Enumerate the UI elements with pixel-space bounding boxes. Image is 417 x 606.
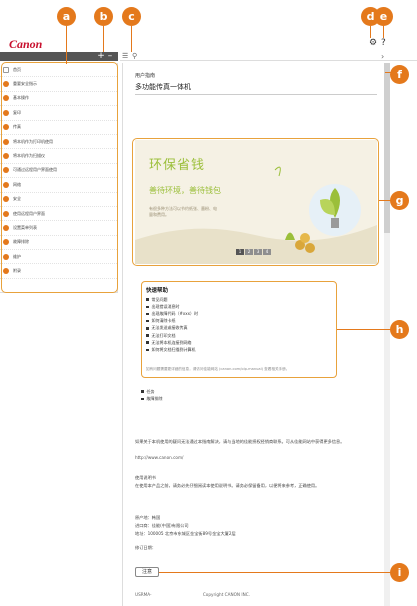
notice-button[interactable]: 注意: [135, 567, 159, 577]
callout-marker: i: [390, 563, 409, 582]
doc-title: 多功能传真一体机: [135, 83, 191, 91]
quick-links: 任务 故障排除: [141, 388, 163, 402]
canon-url-link[interactable]: http://www.canon.com/: [135, 454, 375, 461]
revision-text: 修订日期：: [135, 545, 156, 550]
callout-line: [159, 572, 392, 573]
nav-frame: [1, 62, 118, 293]
bullet-icon: [146, 305, 149, 309]
bullet-icon: [141, 390, 144, 393]
quick-help-link[interactable]: 出现错误消息时: [146, 303, 198, 310]
banner-frame: [132, 138, 379, 266]
task-link[interactable]: 任务: [141, 388, 163, 395]
bullet-icon: [146, 312, 149, 316]
list-icon[interactable]: ☰: [122, 52, 128, 61]
quick-help-link[interactable]: 如何清除卡纸: [146, 318, 198, 325]
callout-marker: c: [122, 7, 141, 26]
quick-help-link[interactable]: 无法将本机连接到网络: [146, 339, 198, 346]
callout-marker: h: [390, 320, 409, 339]
divider: [135, 94, 377, 95]
quick-help-link[interactable]: 出现故障代码（#xxx）时: [146, 310, 198, 317]
callout-line: [103, 26, 104, 52]
quick-help-link[interactable]: 无法发送或接收传真: [146, 325, 198, 332]
settings-icon[interactable]: ⚙: [369, 38, 377, 48]
callout-marker: b: [94, 7, 113, 26]
info-paragraph: 如果关于本机使用的疑问无法通过本指南解决，请与当地的佳能授权经销商联系。可从佳能…: [135, 439, 345, 444]
scrollbar[interactable]: [384, 63, 390, 606]
callout-line: [383, 26, 384, 38]
left-toolbar: + –: [0, 52, 118, 61]
bullet-icon: [146, 334, 149, 337]
bullet-icon: [146, 319, 149, 323]
address-text: 地址：100005 北京市东城区金宝街89号金宝大厦2层: [135, 531, 236, 536]
quick-help-link[interactable]: 无法打印文档: [146, 332, 198, 339]
callout-marker: g: [390, 191, 409, 210]
callout-marker: f: [390, 65, 409, 84]
quick-help-link[interactable]: 常见问题: [146, 296, 198, 303]
callout-marker: e: [374, 7, 393, 26]
manual-paragraph: 在使用本产品之前，请务必先仔细阅读本使用说明书。请务必保留备用，以便将来参考，正…: [135, 483, 320, 488]
callout-line: [131, 26, 132, 52]
callout-line: [370, 26, 371, 38]
help-icon[interactable]: ?: [381, 38, 386, 48]
search-icon[interactable]: ⚲: [132, 52, 137, 61]
callout-line: [66, 26, 67, 64]
importer-text: 进口商：佳能(中国)有限公司: [135, 523, 189, 528]
copyright-text: Copyright CANON INC.: [202, 592, 250, 597]
quick-help-title: 快速帮助: [146, 288, 169, 294]
scrollbar-thumb[interactable]: [384, 63, 390, 233]
collapse-all-button[interactable]: –: [106, 52, 114, 61]
troubleshoot-link[interactable]: 故障排除: [141, 395, 163, 402]
quick-help-note: 如有问题需要更详细的信息，请访问佳能网站 (canon.com/oip-manu…: [146, 367, 290, 371]
canon-logo: Canon: [9, 37, 43, 51]
doc-subtitle: 用户指南: [135, 73, 156, 79]
bullet-icon: [146, 348, 149, 352]
footer: USRMA- Copyright CANON INC.: [135, 592, 375, 597]
origin-text: 原产地：韩国: [135, 515, 161, 520]
content-toolbar: ☰ ⚲ ›: [120, 52, 417, 61]
bullet-icon: [146, 327, 149, 330]
quick-help-panel: 快速帮助 常见问题 出现错误消息时 出现故障代码（#xxx）时 如何清除卡纸 无…: [141, 281, 337, 378]
expand-all-button[interactable]: +: [97, 52, 105, 61]
callout-marker: a: [57, 7, 76, 26]
chevron-right-icon[interactable]: ›: [381, 52, 384, 61]
bullet-icon: [146, 341, 149, 344]
quick-help-list: 常见问题 出现错误消息时 出现故障代码（#xxx）时 如何清除卡纸 无法发送或接…: [146, 296, 198, 354]
callout-line: [337, 329, 392, 330]
bullet-icon: [146, 298, 149, 301]
bullet-icon: [141, 397, 144, 401]
quick-help-link[interactable]: 如何将文档扫描到计算机: [146, 346, 198, 353]
manual-heading: 使用说明书: [135, 475, 156, 480]
doc-code: USRMA-: [135, 592, 152, 597]
